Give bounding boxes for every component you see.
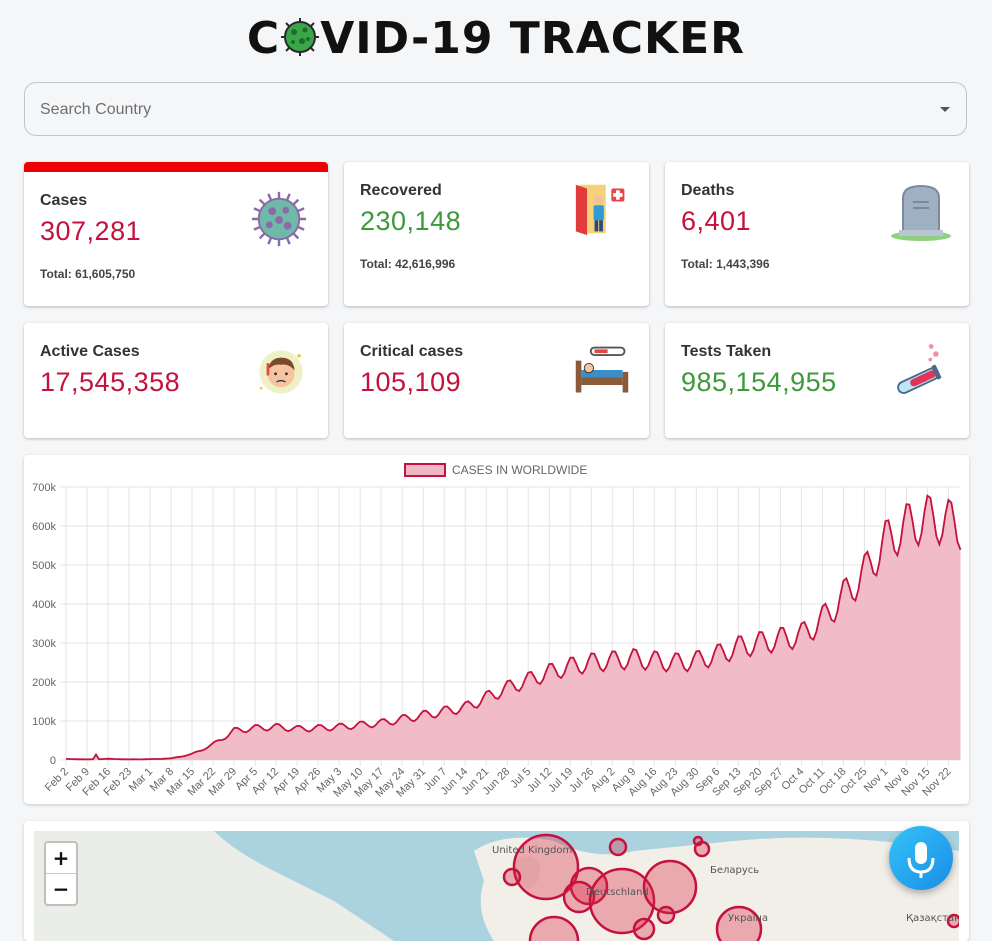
card-value: 307,281	[40, 216, 142, 246]
microphone-icon	[907, 842, 935, 878]
card-total: Total: 61,605,750	[40, 267, 136, 281]
card-label: Critical cases	[360, 343, 464, 360]
card-value: 230,148	[360, 206, 462, 236]
selected-indicator	[24, 162, 328, 172]
card-total: Total: 42,616,996	[360, 257, 456, 271]
card-value: 985,154,955	[681, 367, 837, 397]
y-tick-label: 100k	[32, 716, 56, 728]
y-tick-label: 700k	[32, 482, 56, 494]
card-value: 105,109	[360, 367, 462, 397]
search-input[interactable]	[38, 95, 922, 125]
y-tick-label: 600k	[32, 521, 56, 533]
map-card: United Kingdom Deutschland Беларусь Укра…	[24, 821, 969, 941]
active-cases-card[interactable]: Active Cases 17,545,358	[24, 323, 328, 438]
y-tick-label: 500k	[32, 560, 56, 572]
critical-cases-card[interactable]: Critical cases 105,109	[344, 323, 649, 438]
map-label: United Kingdom	[492, 845, 572, 856]
card-label: Tests Taken	[681, 343, 772, 360]
card-value: 17,545,358	[40, 367, 181, 397]
cases-card[interactable]: Cases 307,281 Total: 61,605,750	[24, 162, 328, 306]
card-total: Total: 1,443,396	[681, 257, 770, 271]
card-label: Cases	[40, 192, 88, 209]
zoom-out-button[interactable]: −	[46, 873, 76, 904]
voice-search-button[interactable]	[889, 826, 953, 890]
zoom-in-button[interactable]: +	[46, 843, 76, 873]
card-value: 6,401	[681, 206, 752, 236]
legend-label: CASES IN WORLDWIDE	[452, 463, 587, 477]
map-label: Україна	[728, 913, 768, 924]
map-layer: United Kingdom Deutschland Беларусь Укра…	[34, 831, 959, 941]
exit-door-icon	[575, 184, 625, 236]
virus-logo-icon	[281, 18, 320, 56]
card-label: Deaths	[681, 182, 735, 199]
country-search[interactable]	[24, 82, 967, 136]
hospital-bed-icon	[575, 346, 629, 393]
map-label: Беларусь	[710, 865, 759, 876]
cases-area	[66, 495, 961, 760]
world-map[interactable]: United Kingdom Deutschland Беларусь Укра…	[34, 831, 959, 941]
map-label: Deutschland	[586, 887, 649, 898]
y-tick-label: 200k	[32, 677, 56, 689]
y-tick-label: 300k	[32, 638, 56, 650]
recovered-card[interactable]: Recovered 230,148 Total: 42,616,996	[344, 162, 649, 306]
legend-swatch	[404, 463, 446, 477]
dropdown-arrow-icon[interactable]	[940, 107, 950, 112]
card-label: Recovered	[360, 182, 442, 199]
y-tick-label: 400k	[32, 599, 56, 611]
virus-icon	[251, 191, 307, 247]
y-tick-label: 0	[50, 755, 56, 767]
page-title: C VID-19 TRACKER	[246, 13, 746, 64]
sick-face-icon	[259, 350, 303, 394]
zoom-control: + −	[44, 841, 78, 906]
worldwide-cases-chart: 0 100k 200k 300k 400k 500k 600k 700k Feb 2 Feb 9F…	[24, 455, 969, 804]
deaths-card[interactable]: Deaths 6,401 Total: 1,443,396	[665, 162, 969, 306]
tests-taken-card[interactable]: Tests Taken 985,154,955	[665, 323, 969, 438]
test-tube-icon	[897, 344, 942, 394]
tombstone-icon	[891, 184, 951, 241]
chart-canvas: 0100k200k300k400k500k600k700kFeb 2Feb 9F…	[32, 463, 962, 800]
map-label: Қазақстан	[906, 913, 959, 924]
card-label: Active Cases	[40, 343, 140, 360]
